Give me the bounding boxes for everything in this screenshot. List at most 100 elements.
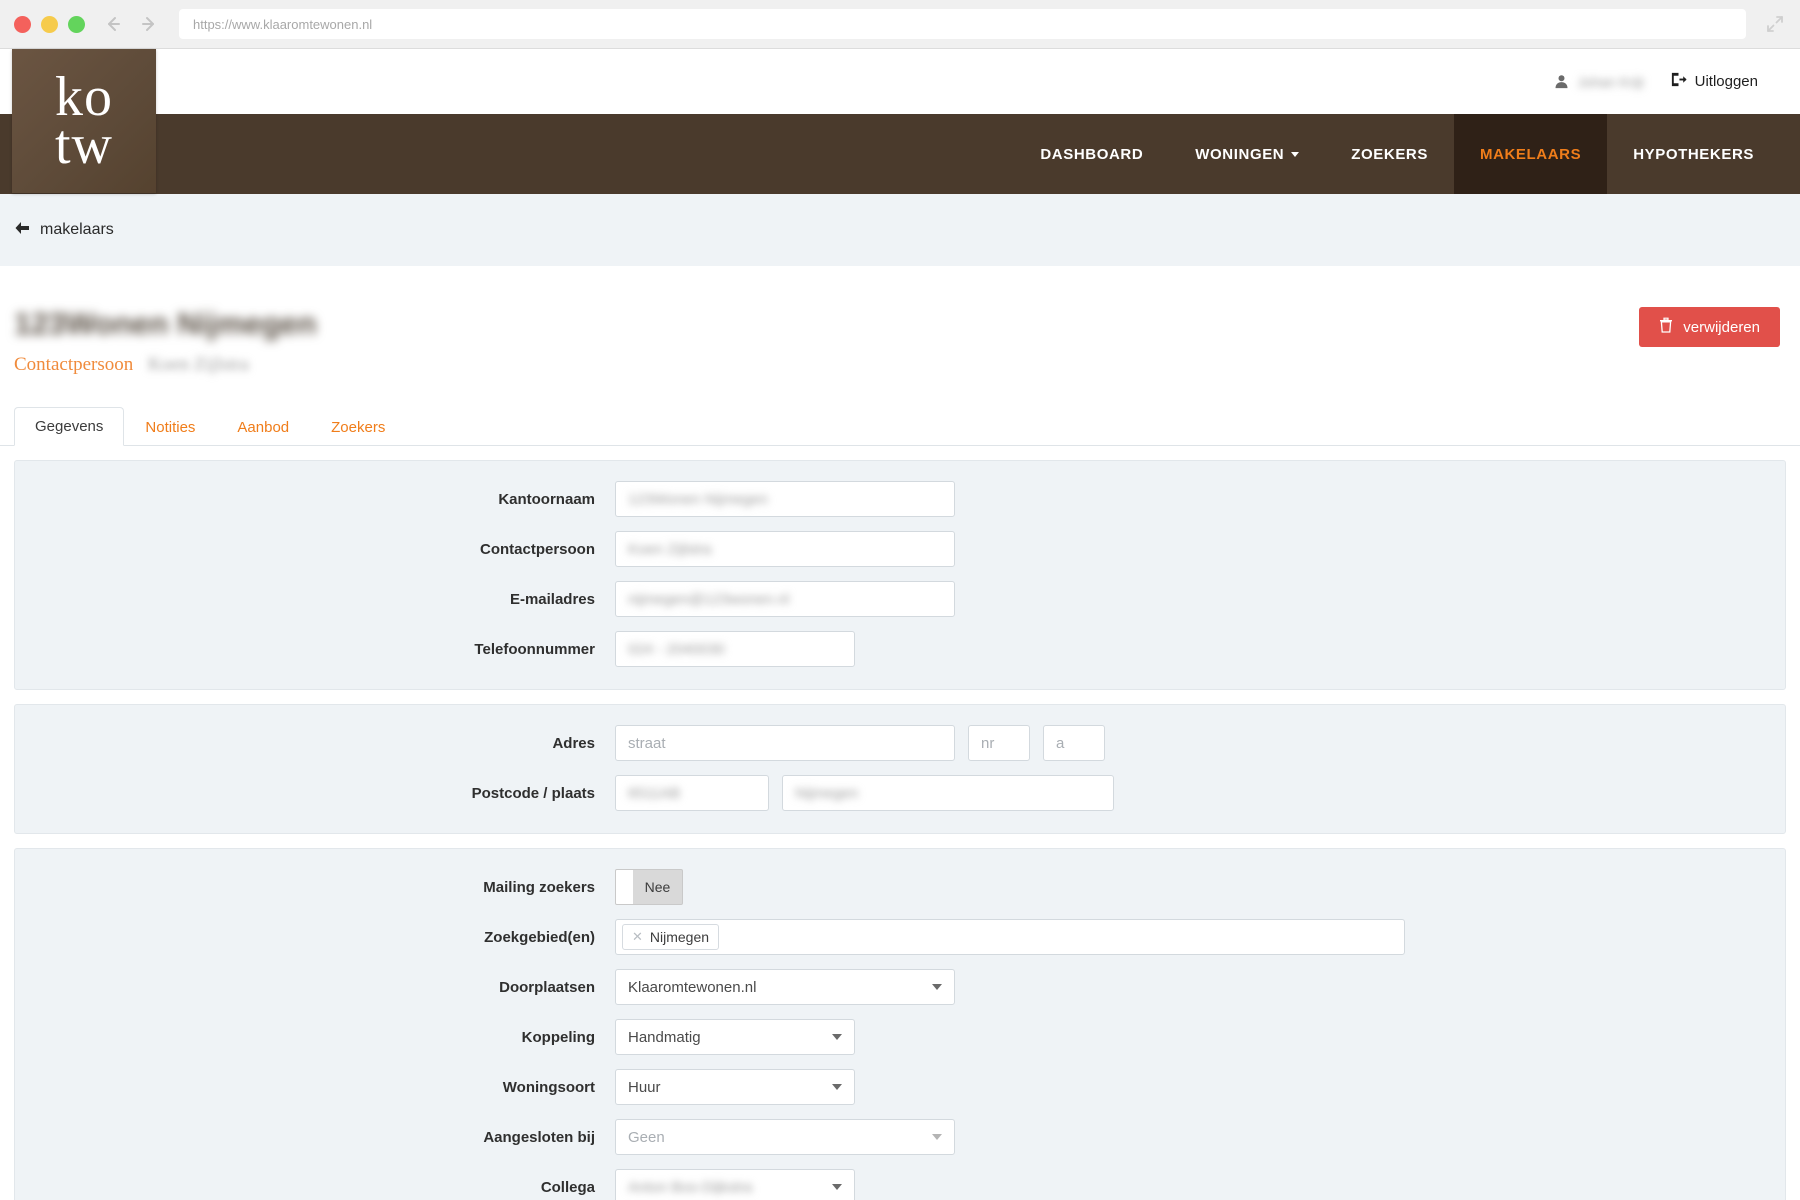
form-row-aangesloten-bij: Aangesloten bij Geen [15, 1119, 1785, 1155]
label-kantoornaam: Kantoornaam [498, 490, 595, 508]
label-email: E-mailadres [509, 590, 595, 608]
logout-label: Uitloggen [1694, 73, 1758, 90]
value-plaats: Nijmegen [795, 784, 859, 802]
value-woningsoort: Huur [628, 1078, 661, 1096]
tab-notities[interactable]: Notities [124, 408, 216, 446]
input-telefoon[interactable]: 024 - 2040030 [615, 631, 855, 667]
input-contactpersoon[interactable]: Koen Zijlstra [615, 531, 955, 567]
form-row-contactpersoon: Contactpersoon Koen Zijlstra [15, 531, 1785, 567]
input-straat[interactable]: straat [615, 725, 955, 761]
label-koppeling: Koppeling [521, 1028, 595, 1046]
tab-label-gegevens: Gegevens [35, 418, 104, 435]
tab-gegevens[interactable]: Gegevens [14, 407, 125, 446]
nav-label-hypothekers: HYPOTHEKERS [1633, 145, 1754, 163]
nav-label-zoekers: ZOEKERS [1351, 145, 1428, 163]
close-icon[interactable]: ✕ [632, 929, 643, 945]
nav-item-dashboard[interactable]: DASHBOARD [1014, 114, 1169, 194]
label-zoekgebied: Zoekgebied(en) [484, 928, 595, 946]
browser-nav-arrows [103, 14, 159, 34]
input-zoekgebied[interactable]: ✕ Nijmegen [615, 919, 1405, 955]
form-row-koppeling: Koppeling Handmatig [15, 1019, 1785, 1055]
nav-label-woningen: WONINGEN [1195, 145, 1285, 163]
breadcrumb-back-link[interactable]: makelaars [14, 220, 114, 241]
tab-bar: Gegevens Notities Aanbod Zoekers [0, 404, 1800, 446]
select-doorplaatsen[interactable]: Klaaromtewonen.nl [615, 969, 955, 1005]
tab-label-notities: Notities [145, 419, 196, 436]
form-row-telefoon: Telefoonnummer 024 - 2040030 [15, 631, 1785, 667]
input-email[interactable]: nijmegen@123wonen.nl [615, 581, 955, 617]
nav-item-woningen[interactable]: WONINGEN [1169, 114, 1325, 194]
select-koppeling[interactable]: Handmatig [615, 1019, 855, 1055]
user-menu[interactable]: Johan Krijt [1554, 73, 1644, 90]
value-email: nijmegen@123wonen.nl [628, 590, 790, 608]
panel-address: Adres straat nr a Postcode / plaats 6511… [14, 704, 1786, 834]
label-postcode-plaats: Postcode / plaats [471, 784, 595, 802]
logo-line-2: tw [55, 114, 113, 176]
form-row-mailing-zoekers: Mailing zoekers Nee [15, 869, 1785, 905]
browser-chrome: https://www.klaaromtewonen.nl [0, 0, 1800, 49]
site-logo[interactable]: ko tw [12, 49, 156, 193]
chevron-down-icon [832, 1034, 842, 1040]
user-name: Johan Krijt [1577, 73, 1644, 90]
value-postcode: 6511AB [628, 784, 681, 802]
form-content: Kantoornaam 123Wonen Nijmegen Contactper… [0, 446, 1800, 1200]
panel-contact-details: Kantoornaam 123Wonen Nijmegen Contactper… [14, 460, 1786, 690]
page-title: 123Wonen Nijmegen [14, 306, 317, 341]
forward-arrow-icon[interactable] [139, 14, 159, 34]
input-postcode[interactable]: 6511AB [615, 775, 769, 811]
nav-item-zoekers[interactable]: ZOEKERS [1325, 114, 1454, 194]
contact-person-name: Koen Zijlstra [148, 354, 249, 375]
value-kantoornaam: 123Wonen Nijmegen [628, 490, 768, 508]
label-woningsoort: Woningsoort [502, 1078, 595, 1096]
breadcrumb: makelaars [0, 194, 1800, 266]
back-arrow-icon[interactable] [103, 14, 123, 34]
select-aangesloten-bij[interactable]: Geen [615, 1119, 955, 1155]
page-header: 123Wonen Nijmegen Contactpersoon Koen Zi… [0, 266, 1800, 404]
site-header: Johan Krijt Uitloggen [0, 49, 1800, 114]
select-collega[interactable]: Anton Bos-Dijkstra [615, 1169, 855, 1200]
tab-zoekers[interactable]: Zoekers [310, 408, 406, 446]
close-window-button[interactable] [14, 15, 31, 33]
value-aangesloten-bij: Geen [628, 1128, 665, 1146]
tab-aanbod[interactable]: Aanbod [216, 408, 310, 446]
tag-label-zoekgebied: Nijmegen [649, 929, 710, 945]
input-plaats[interactable]: Nijmegen [782, 775, 1114, 811]
delete-button[interactable]: verwijderen [1639, 307, 1780, 347]
form-row-zoekgebied: Zoekgebied(en) ✕ Nijmegen [15, 919, 1785, 955]
placeholder-straat: straat [628, 734, 666, 752]
value-koppeling: Handmatig [628, 1028, 701, 1046]
minimize-window-button[interactable] [41, 15, 58, 33]
value-doorplaatsen: Klaaromtewonen.nl [628, 978, 757, 996]
input-huisnummer[interactable]: nr [968, 725, 1030, 761]
expand-icon[interactable] [1764, 13, 1786, 35]
label-mailing-zoekers: Mailing zoekers [483, 878, 595, 896]
breadcrumb-label: makelaars [40, 221, 114, 238]
logout-button[interactable]: Uitloggen [1670, 71, 1758, 92]
tag-zoekgebied[interactable]: ✕ Nijmegen [622, 924, 720, 950]
trash-icon [1659, 317, 1673, 337]
nav-item-hypothekers[interactable]: HYPOTHEKERS [1607, 114, 1780, 194]
url-bar[interactable]: https://www.klaaromtewonen.nl [179, 9, 1746, 39]
nav-label-dashboard: DASHBOARD [1040, 145, 1144, 163]
maximize-window-button[interactable] [68, 15, 85, 33]
nav-label-makelaars: MAKELAARS [1479, 145, 1582, 163]
delete-label: verwijderen [1683, 318, 1760, 336]
nav-item-makelaars[interactable]: MAKELAARS [1453, 114, 1608, 194]
chevron-down-icon [832, 1084, 842, 1090]
input-toevoeging[interactable]: a [1043, 725, 1105, 761]
label-doorplaatsen: Doorplaatsen [499, 978, 595, 996]
toggle-mailing-zoekers[interactable]: Nee [615, 869, 683, 905]
form-row-kantoornaam: Kantoornaam 123Wonen Nijmegen [15, 481, 1785, 517]
tab-label-aanbod: Aanbod [237, 419, 290, 436]
form-row-email: E-mailadres nijmegen@123wonen.nl [15, 581, 1785, 617]
user-icon [1554, 74, 1569, 89]
select-woningsoort[interactable]: Huur [615, 1069, 855, 1105]
label-collega: Collega [540, 1178, 595, 1196]
toggle-value-mailing-zoekers: Nee [644, 879, 671, 895]
input-kantoornaam[interactable]: 123Wonen Nijmegen [615, 481, 955, 517]
chevron-down-icon [932, 984, 942, 990]
placeholder-huisnummer: nr [981, 734, 995, 752]
form-row-postcode-plaats: Postcode / plaats 6511AB Nijmegen [15, 775, 1785, 811]
form-row-woningsoort: Woningsoort Huur [15, 1069, 1785, 1105]
value-collega: Anton Bos-Dijkstra [628, 1178, 753, 1196]
